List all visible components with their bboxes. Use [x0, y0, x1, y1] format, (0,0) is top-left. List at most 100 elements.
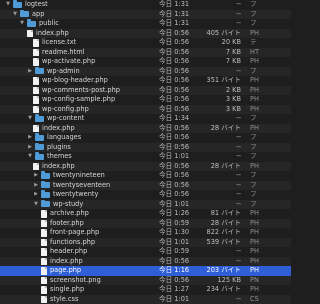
folder-row[interactable]: ▼public今日 1:31--フ — [0, 19, 291, 29]
folder-row[interactable]: ▶languages今日 0:56--フ — [0, 133, 291, 143]
file-size: -- — [236, 67, 241, 77]
name-cell: readme.html — [33, 48, 84, 58]
folder-row[interactable]: ▶plugins今日 0:56--フ — [0, 143, 291, 153]
name-cell: ▼public — [19, 19, 59, 29]
folder-row[interactable]: ▼wp-content今日 1:34--フ — [0, 114, 291, 124]
file-size: -- — [236, 295, 241, 304]
file-size: 81 バイト — [211, 209, 241, 219]
item-name: wp-content — [47, 114, 84, 124]
disclosure-expanded-icon[interactable]: ▼ — [19, 19, 25, 29]
file-kind: PH — [250, 105, 259, 115]
file-row[interactable]: header.php今日 0:59--PH — [0, 247, 291, 257]
date-modified: 今日 0:59 — [159, 247, 189, 257]
file-icon — [33, 77, 39, 85]
item-name: plugins — [47, 143, 71, 153]
file-row[interactable]: license.txt今日 0:5620 KBテ — [0, 38, 291, 48]
disclosure-collapsed-icon[interactable]: ▶ — [27, 143, 33, 153]
item-name: wp-config.php — [42, 105, 89, 115]
finder-file-list: ▼logtest今日 1:31--フ▼app今日 1:31--フ▼public今… — [0, 0, 291, 300]
file-kind: フ — [250, 171, 257, 181]
file-kind: PH — [250, 124, 259, 134]
file-icon — [33, 87, 39, 95]
file-row[interactable]: single.php今日 1:27234 バイトPH — [0, 285, 291, 295]
date-modified: 今日 1:01 — [159, 238, 189, 248]
date-modified: 今日 0:56 — [159, 29, 189, 39]
file-size: -- — [236, 114, 241, 124]
file-row[interactable]: style.css今日 1:01--CS — [0, 295, 291, 304]
date-modified: 今日 0:56 — [159, 190, 189, 200]
file-row[interactable]: front-page.php今日 1:30822 バイトPH — [0, 228, 291, 238]
disclosure-collapsed-icon[interactable]: ▶ — [27, 67, 33, 77]
folder-row[interactable]: ▶twentytwenty今日 0:56--フ — [0, 190, 291, 200]
disclosure-expanded-icon[interactable]: ▼ — [27, 152, 33, 162]
file-size: -- — [236, 247, 241, 257]
folder-row[interactable]: ▼wp-study今日 1:01--フ — [0, 200, 291, 210]
item-name: page.php — [50, 266, 81, 276]
file-row[interactable]: wp-config-sample.php今日 0:563 KBPH — [0, 95, 291, 105]
disclosure-collapsed-icon[interactable]: ▶ — [33, 190, 39, 200]
date-modified: 今日 1:34 — [159, 114, 189, 124]
file-size: -- — [236, 190, 241, 200]
item-name: index.php — [50, 257, 83, 267]
folder-row[interactable]: ▶wp-admin今日 0:56--フ — [0, 67, 291, 77]
file-kind: フ — [250, 0, 257, 10]
file-kind: PH — [250, 266, 259, 276]
name-cell: wp-blog-header.php — [33, 76, 108, 86]
file-row[interactable]: readme.html今日 0:567 KBHT — [0, 48, 291, 58]
file-kind: フ — [250, 10, 257, 20]
file-size: 7 KB — [226, 57, 241, 67]
name-cell: style.css — [41, 295, 78, 304]
file-kind: フ — [250, 143, 257, 153]
folder-row[interactable]: ▼app今日 1:31--フ — [0, 10, 291, 20]
file-size: -- — [236, 257, 241, 267]
disclosure-collapsed-icon[interactable]: ▶ — [33, 181, 39, 191]
disclosure-collapsed-icon[interactable]: ▶ — [27, 133, 33, 143]
disclosure-expanded-icon[interactable]: ▼ — [12, 10, 18, 20]
date-modified: 今日 0:56 — [159, 143, 189, 153]
disclosure-expanded-icon[interactable]: ▼ — [5, 0, 11, 10]
file-size: 203 バイト — [207, 266, 241, 276]
name-cell: index.php — [41, 257, 83, 267]
disclosure-expanded-icon[interactable]: ▼ — [27, 114, 33, 124]
item-name: index.php — [36, 29, 69, 39]
file-row[interactable]: functions.php今日 1:01539 バイトPH — [0, 238, 291, 248]
file-row[interactable]: index.php今日 0:56--PH — [0, 257, 291, 267]
date-modified: 今日 0:56 — [159, 257, 189, 267]
file-row[interactable]: archive.php今日 1:2681 バイトPH — [0, 209, 291, 219]
file-size: 3 KB — [226, 95, 241, 105]
date-modified: 今日 1:31 — [159, 19, 189, 29]
disclosure-collapsed-icon[interactable]: ▶ — [33, 171, 39, 181]
file-row[interactable]: wp-blog-header.php今日 0:56351 バイトPH — [0, 76, 291, 86]
name-cell: ▶ plugins — [27, 143, 71, 153]
file-row[interactable]: wp-config.php今日 0:563 KBPH — [0, 105, 291, 115]
file-kind: PH — [250, 247, 259, 257]
folder-icon — [35, 154, 44, 160]
file-row[interactable]: index.php今日 0:5628 バイトPH — [0, 162, 291, 172]
file-row[interactable]: wp-activate.php今日 0:567 KBPH — [0, 57, 291, 67]
item-name: wp-blog-header.php — [42, 76, 108, 86]
file-row[interactable]: index.php今日 0:5628 バイトPH — [0, 124, 291, 134]
file-row[interactable]: wp-comments-post.php今日 0:562 KBPH — [0, 86, 291, 96]
name-cell: screenshot.png — [41, 276, 101, 286]
name-cell: ▼app — [12, 10, 44, 20]
file-row[interactable]: page.php今日 1:16203 バイトPH — [0, 266, 291, 276]
file-row[interactable]: screenshot.png今日 0:56125 KBPN — [0, 276, 291, 286]
disclosure-expanded-icon[interactable]: ▼ — [33, 200, 39, 210]
folder-icon — [20, 11, 29, 17]
folder-row[interactable]: ▶twentyseventeen今日 0:56--フ — [0, 181, 291, 191]
file-icon — [33, 106, 39, 114]
file-kind: フ — [250, 19, 257, 29]
date-modified: 今日 1:30 — [159, 228, 189, 238]
folder-icon — [41, 201, 50, 207]
folder-row[interactable]: ▶twentynineteen今日 0:56--フ — [0, 171, 291, 181]
file-icon — [41, 248, 47, 256]
file-kind: PH — [250, 228, 259, 238]
file-size: 234 バイト — [207, 285, 241, 295]
date-modified: 今日 0:56 — [159, 76, 189, 86]
file-row[interactable]: index.php今日 0:56405 バイトPH — [0, 29, 291, 39]
file-row[interactable]: footer.php今日 0:5928 バイトPH — [0, 219, 291, 229]
folder-row[interactable]: ▼logtest今日 1:31--フ — [0, 0, 291, 10]
folder-row[interactable]: ▼themes今日 1:01--フ — [0, 152, 291, 162]
item-name: style.css — [50, 295, 78, 304]
date-modified: 今日 0:56 — [159, 86, 189, 96]
